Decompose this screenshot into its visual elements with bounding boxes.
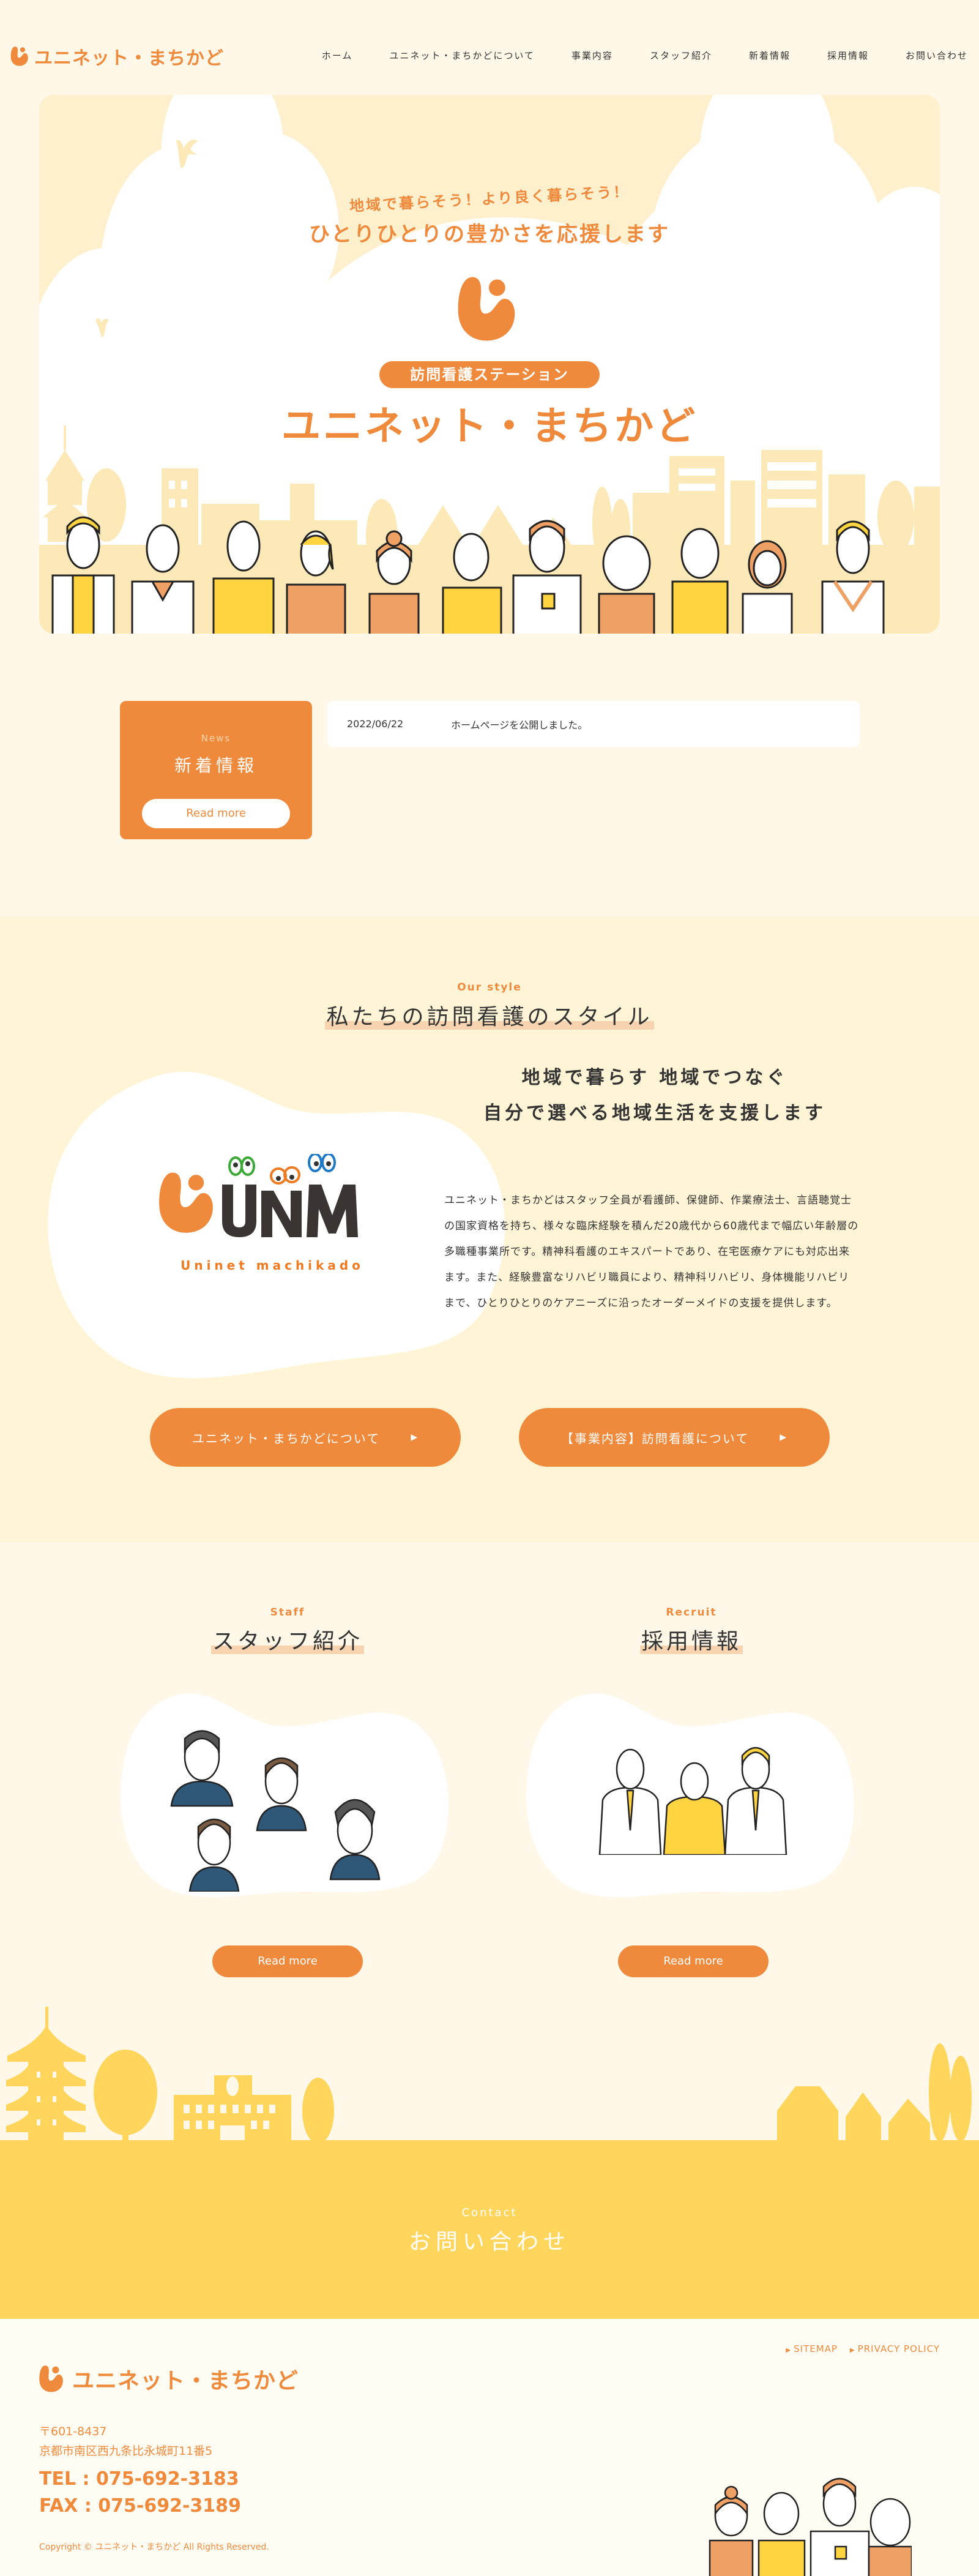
services-button-label: 【事業内容】訪問看護について [560,1431,750,1446]
staff-label-en: Staff [270,1606,305,1619]
sitemap-label: SITEMAP [794,2343,838,2354]
logo-text: ユニネット・まちかど [34,48,224,69]
fax-number: FAX : 075-692-3189 [39,2495,241,2517]
privacy-label: PRIVACY POLICY [857,2343,940,2354]
sitemap-link[interactable]: ▶ SITEMAP [786,2343,838,2354]
footer-links: ▶ SITEMAP ▶ PRIVACY POLICY [786,2343,940,2354]
staff-read-more-button[interactable]: Read more [212,1945,363,1977]
recruit-illustration [598,1747,787,1855]
about-button-label: ユニネット・まちかどについて [192,1431,381,1446]
nav-staff[interactable]: スタッフ紹介 [613,49,712,62]
footer-logo-text: ユニネット・まちかど [72,2368,299,2394]
staff-title: スタッフ紹介 [210,1623,365,1655]
copyright: Copyright © ユニネット・まちかど All Rights Reserv… [39,2542,269,2552]
chevron-right-icon: ▶ [411,1432,419,1442]
news-text: ホームページを公開しました。 [451,719,588,731]
hero-banner: 地域で暮らそう！より良く暮らそう！ ひとりひとりの豊かさを応援します 訪問看護ス… [39,95,940,634]
news-card: News 新着情報 Read more [120,701,312,839]
style-heading-line1: 地域で暮らす 地域でつなぐ [521,1067,788,1088]
bird-icon [176,140,198,168]
tel-number[interactable]: TEL : 075-692-3183 [39,2466,241,2493]
footer-address: 〒601-8437 京都市南区西九条比永城町11番5 [39,2422,212,2461]
news-label-en: News [201,733,231,744]
bird-icon [95,318,109,338]
chevron-right-icon: ▶ [780,1432,788,1442]
street-address: 京都市南区西九条比永城町11番5 [39,2444,213,2458]
postal-code: 〒601-8437 [39,2425,107,2438]
footer-skyline-illustration [0,2007,979,2141]
style-heading-line2: 自分で選べる地域生活を支援します [483,1103,826,1124]
footer-logo[interactable]: ユニネット・まちかど [38,2363,299,2395]
recruit-title: 採用情報 [639,1623,743,1655]
logo-mark-icon [10,47,28,66]
services-button[interactable]: 【事業内容】訪問看護について ▶ [519,1408,830,1467]
logo-mark-icon [39,2365,63,2392]
style-heading: 地域で暮らす 地域でつなぐ 自分で選べる地域生活を支援します [441,1060,869,1131]
recruit-label-en: Recruit [666,1606,717,1619]
style-label-en: Our style [457,981,522,994]
hero-logo-mark-icon [458,277,515,341]
recruit-title-wrap: 採用情報 [569,1623,814,1655]
privacy-policy-link[interactable]: ▶ PRIVACY POLICY [850,2343,940,2354]
about-button[interactable]: ユニネット・まちかどについて ▶ [150,1408,461,1467]
contact-title: お問い合わせ [408,2230,570,2255]
news-list: 2022/06/22 ホームページを公開しました。 [327,701,860,747]
station-badge: 訪問看護ステーション [379,361,600,388]
nav-contact[interactable]: お問い合わせ [869,49,968,62]
news-read-more-button[interactable]: Read more [142,799,290,828]
style-description: ユニネット・まちかどはスタッフ全員が看護師、保健師、作業療法士、言語聴覚士の国家… [444,1194,859,1309]
people-group-illustration [51,516,885,634]
news-item[interactable]: 2022/06/22 ホームページを公開しました。 [327,701,860,747]
site-logo[interactable]: ユニネット・まちかど [10,40,224,72]
unm-letters-icon [222,1154,358,1237]
news-date: 2022/06/22 [347,718,404,730]
nav-about[interactable]: ユニネット・まちかどについて [352,49,535,62]
contact-banner[interactable]: Contact お問い合わせ [0,2140,979,2319]
site-header: ユニネット・まちかど ホーム ユニネット・まちかどについて 事業内容 スタッフ紹… [0,0,979,92]
main-nav: ホーム ユニネット・まちかどについて 事業内容 スタッフ紹介 新着情報 採用情報… [322,49,968,62]
nav-recruit[interactable]: 採用情報 [791,49,869,62]
hero-tagline-2: ひとりひとりの豊かさを応援します [309,222,670,247]
triangle-right-icon: ▶ [786,2347,792,2354]
style-title-wrap: 私たちの訪問看護のスタイル [0,999,979,1031]
logo-caption: Uninet machikado [181,1258,364,1273]
staff-illustration [170,1730,381,1892]
style-title: 私たちの訪問看護のスタイル [325,999,654,1031]
footer-phone: TEL : 075-692-3183 FAX : 075-692-3189 [39,2466,241,2520]
footer-people-illustration [709,2477,912,2576]
site-footer: ユニネット・まちかど ▶ SITEMAP ▶ PRIVACY POLICY 〒601… [0,2319,979,2576]
nav-home[interactable]: ホーム [322,49,353,62]
nav-news[interactable]: 新着情報 [712,49,791,62]
uninet-logo: Uninet machikado [156,1154,389,1273]
triangle-right-icon: ▶ [849,2347,855,2354]
recruit-read-more-button[interactable]: Read more [618,1945,769,1977]
staff-title-wrap: スタッフ紹介 [165,1623,410,1655]
contact-label-en: Contact [461,2206,518,2219]
news-title: 新着情報 [174,755,258,776]
logo-mark-icon [159,1172,213,1233]
nav-services[interactable]: 事業内容 [535,49,613,62]
